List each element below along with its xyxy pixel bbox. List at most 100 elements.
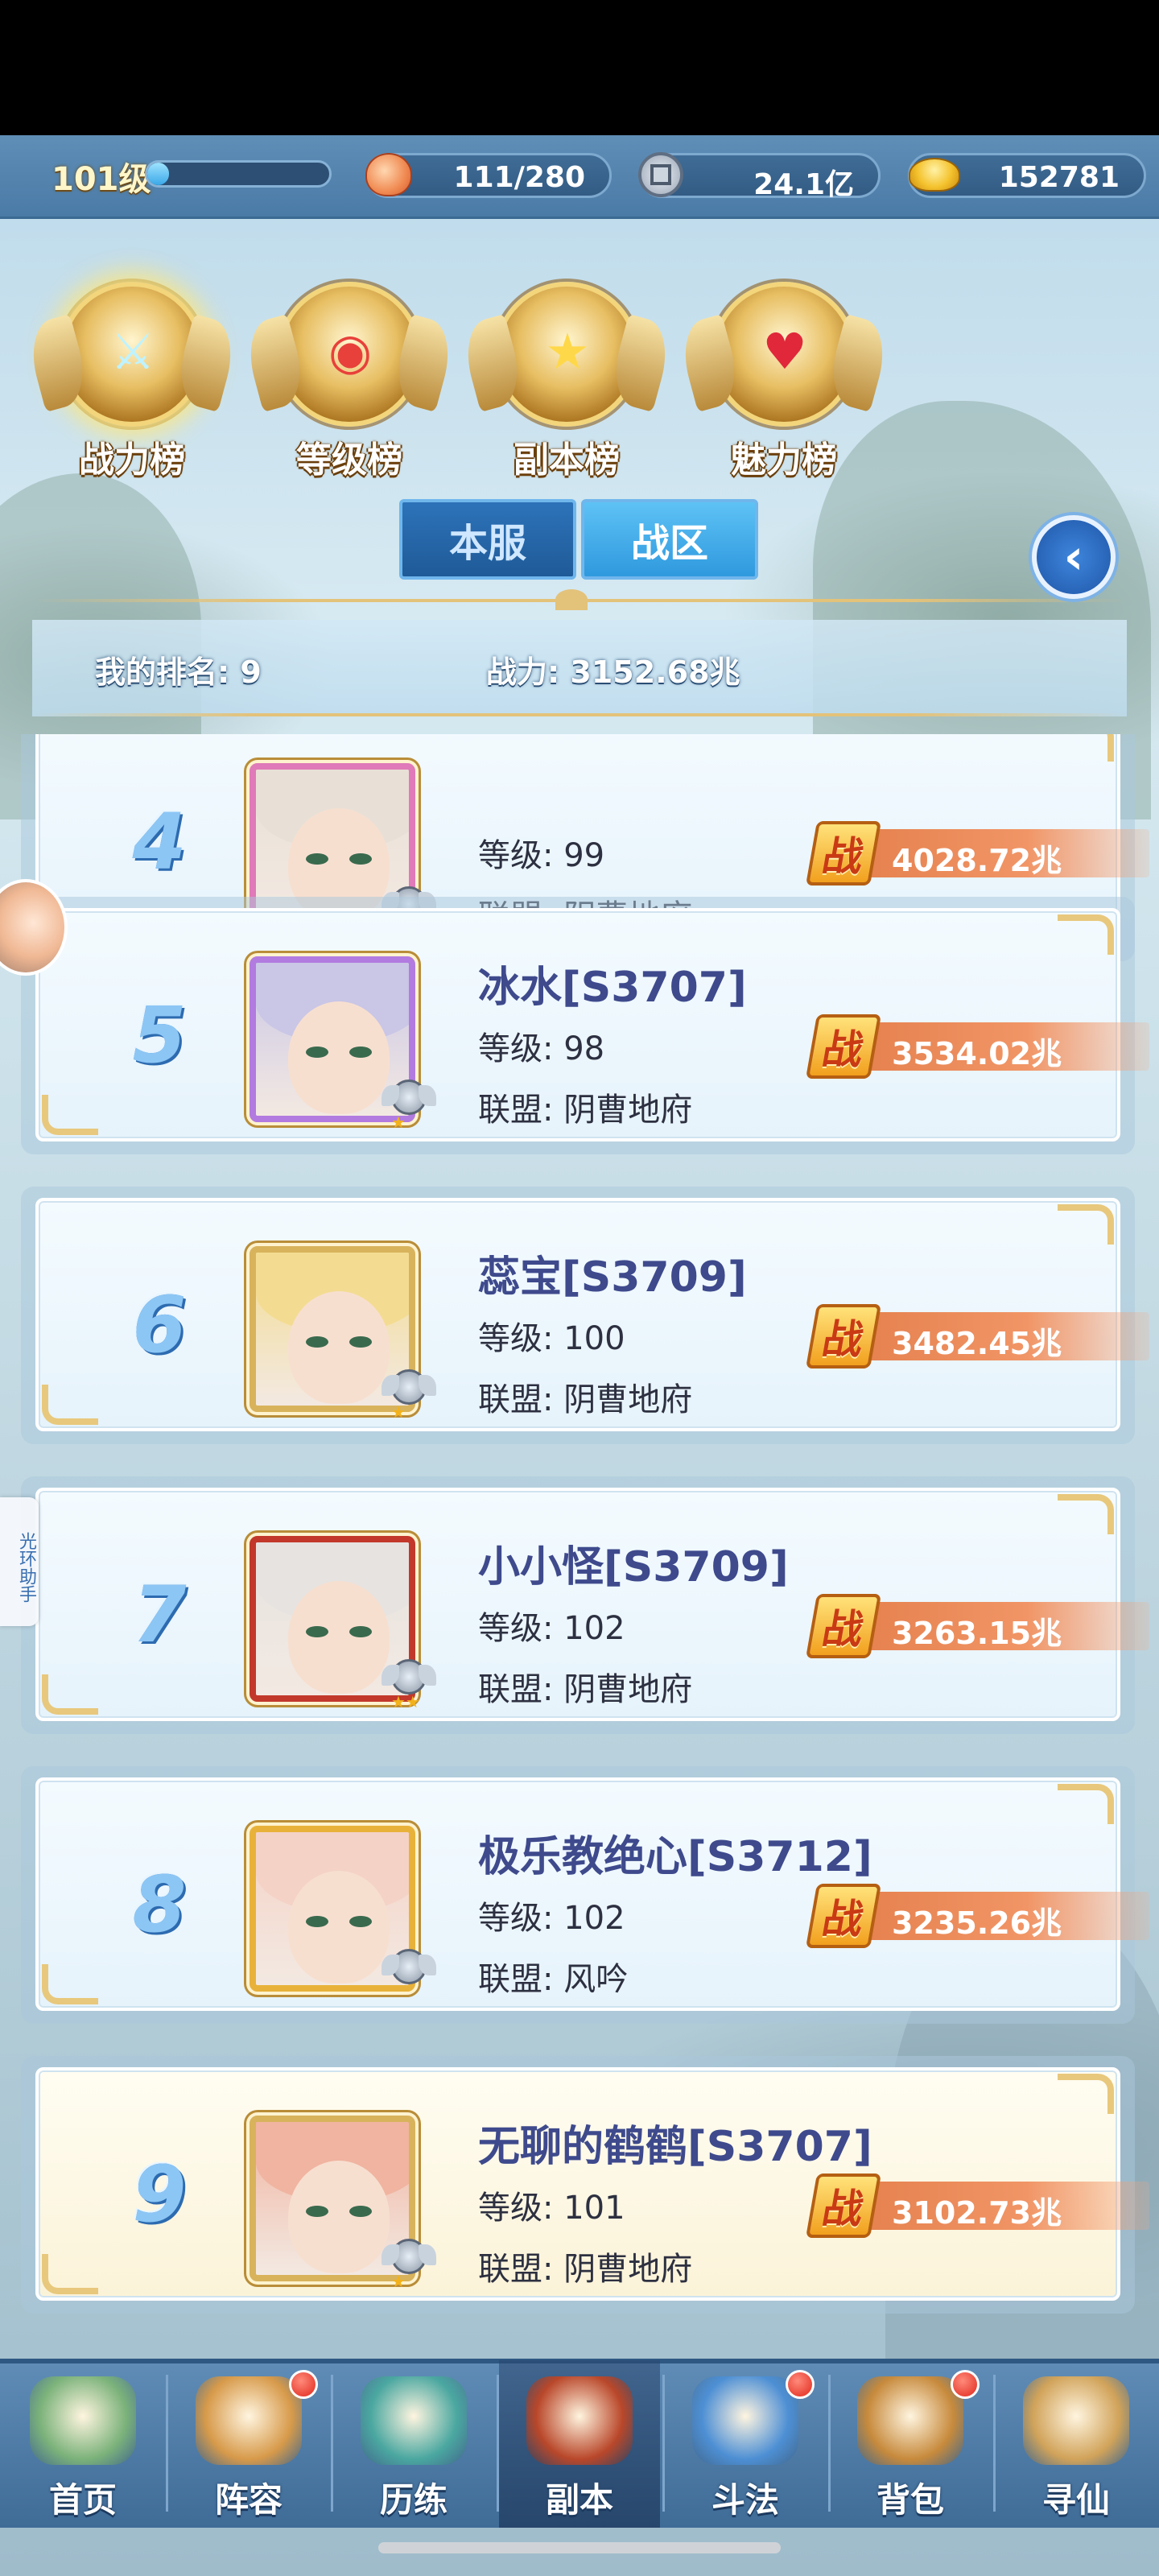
star-rating: ★ [391,2272,406,2291]
ranking-card: 7 ★★ 小小怪[S3709] 等级: 102 联盟: 阴曹地府 战 3263.… [35,1488,1149,1721]
player-name: 极乐教绝心[S3712] [478,1833,872,1881]
peach-icon [361,147,417,203]
battle-glyph-icon: 战 [805,1014,882,1079]
gold-ingot-icon [906,147,963,203]
corner-ornament [1058,1784,1114,1824]
notification-dot [951,2370,980,2399]
corner-ornament [42,1964,98,2004]
rank-badge-icon [380,1367,438,1407]
player-alliance: 联盟: 阴曹地府 [478,2251,693,2288]
coin-icon [633,147,689,203]
home-island-icon [30,2376,136,2465]
corner-ornament [42,2254,98,2294]
corner-ornament [1058,734,1114,762]
tab-power-ranking[interactable]: ⚔ 战力榜 [23,266,241,481]
player-level-text: 等级: 102 [478,1900,625,1937]
rank-badge-icon [380,1077,438,1117]
power-display: 战 3235.26兆 [805,1884,1149,1948]
ranking-category-tabs: ⚔ 战力榜 ◉ 等级榜 ★ 副本榜 ♥ 魅力榜 [0,242,1159,483]
ranking-row[interactable]: 6 ★ 蕊宝[S3709] 等级: 100 联盟: 阴曹地府 战 3482.45… [21,1187,1149,1444]
avatar-eye [349,2206,372,2217]
nav-label: 副本 [545,2480,613,2520]
back-button[interactable]: ‹ [1032,515,1116,599]
avatar-eye [306,1046,328,1058]
avatar-face [288,1001,390,1114]
player-alliance: 联盟: 阴曹地府 [478,1671,693,1708]
nav-label: 寻仙 [1041,2480,1110,2520]
battle-glyph-icon: 战 [805,2174,882,2238]
nav-item-1[interactable]: 阵容 [168,2360,329,2528]
notification-dot [786,2370,815,2399]
divider-ornament [555,589,588,610]
corner-ornament [1058,1494,1114,1534]
player-level-text: 等级: 100 [478,1320,625,1357]
nav-label: 首页 [48,2480,117,2520]
ranking-card: 6 ★ 蕊宝[S3709] 等级: 100 联盟: 阴曹地府 战 3482.45… [35,1198,1149,1431]
nav-item-5[interactable]: 背包 [830,2360,991,2528]
player-alliance: 联盟: 阴曹地府 [478,1092,693,1129]
player-alliance: 联盟: 风吟 [478,1961,629,1998]
rank-number: 5 [132,990,187,1080]
rank-number: 6 [132,1280,187,1370]
nav-separator [993,2375,996,2512]
avatar-eye [349,1336,372,1348]
ranking-row[interactable]: 8 极乐教绝心[S3712] 等级: 102 联盟: 风吟 战 3235.26兆 [21,1766,1149,2024]
rank-number: 9 [132,2149,187,2240]
side-helper-tab[interactable]: 光环助手 [0,1497,39,1626]
nav-item-2[interactable]: 历练 [333,2360,494,2528]
nav-separator [331,2375,333,2512]
nav-item-6[interactable]: 寻仙 [996,2360,1157,2528]
battle-glyph-icon: 战 [805,821,882,886]
nav-item-4[interactable]: 斗法 [665,2360,826,2528]
tab-dungeon-ranking[interactable]: ★ 副本榜 [457,266,676,481]
ranking-row[interactable]: 5 ★ 冰水[S3707] 等级: 98 联盟: 阴曹地府 战 3534.02兆 [21,897,1149,1154]
nav-separator [497,2375,499,2512]
avatar-face [288,1581,390,1694]
player-level-text: 等级: 99 [478,837,605,874]
sword-emblem-icon: ⚔ [23,282,241,427]
avatar-eye [306,1626,328,1637]
back-arrow-icon: ‹ [1063,529,1084,585]
ranking-row[interactable]: 9 ★ 无聊的鹤鹤[S3707] 等级: 101 联盟: 阴曹地府 战 3102… [21,2056,1149,2314]
war-zone-button[interactable]: 战区 [581,499,758,580]
tab-level-ranking[interactable]: ◉ 等级榜 [240,266,459,481]
nav-label: 阵容 [214,2480,283,2520]
cards-lineup-icon [196,2376,302,2465]
backpack-icon [857,2376,963,2465]
rank-badge-icon [380,2236,438,2277]
corner-ornament [1058,1204,1114,1245]
dungeon-gate-icon [526,2376,633,2465]
nav-label: 历练 [379,2480,448,2520]
avatar-eye [306,1916,328,1927]
tab-charm-ranking[interactable]: ♥ 魅力榜 [674,266,893,481]
nav-label: 斗法 [711,2480,779,2520]
nav-item-0[interactable]: 首页 [2,2360,163,2528]
divider [32,713,1127,716]
battle-glyph-icon: 战 [805,1884,882,1948]
player-level-text: 等级: 98 [478,1030,605,1067]
player-alliance: 联盟: 阴曹地府 [478,1381,693,1418]
battle-sword-icon [692,2376,798,2465]
my-power-label: 战力: 3152.68兆 [486,654,740,690]
power-value: 3534.02兆 [892,1036,1062,1071]
avatar-eye [349,1046,372,1058]
ranking-row[interactable]: 7 ★★ 小小怪[S3709] 等级: 102 联盟: 阴曹地府 战 3263.… [21,1476,1149,1734]
server-toggle: 本服 战区 [399,499,760,580]
power-display: 战 3102.73兆 [805,2174,1149,2238]
star-rating: ★★ [391,1692,420,1711]
corner-ornament [42,1385,98,1425]
ranking-card: 8 极乐教绝心[S3712] 等级: 102 联盟: 风吟 战 3235.26兆 [35,1777,1149,2011]
tab-label: 等级榜 [296,440,402,481]
xp-progress-bar [145,160,332,188]
battle-glyph-icon: 战 [805,1594,882,1658]
home-indicator [378,2542,781,2553]
scroll-map-icon [1023,2376,1129,2465]
tab-label: 副本榜 [514,440,620,481]
rank-badge-icon [380,1946,438,1987]
power-value: 3102.73兆 [892,2195,1062,2231]
player-name: 蕊宝[S3709] [478,1253,747,1302]
player-name: 无聊的鹤鹤[S3707] [478,2123,872,2171]
local-server-button[interactable]: 本服 [399,499,576,580]
ranking-list[interactable]: 4 ★ 等级: 99 联盟: 阴曹地府 战 4028.72兆 [0,734,1159,2344]
nav-item-3[interactable]: 副本 [499,2360,660,2528]
